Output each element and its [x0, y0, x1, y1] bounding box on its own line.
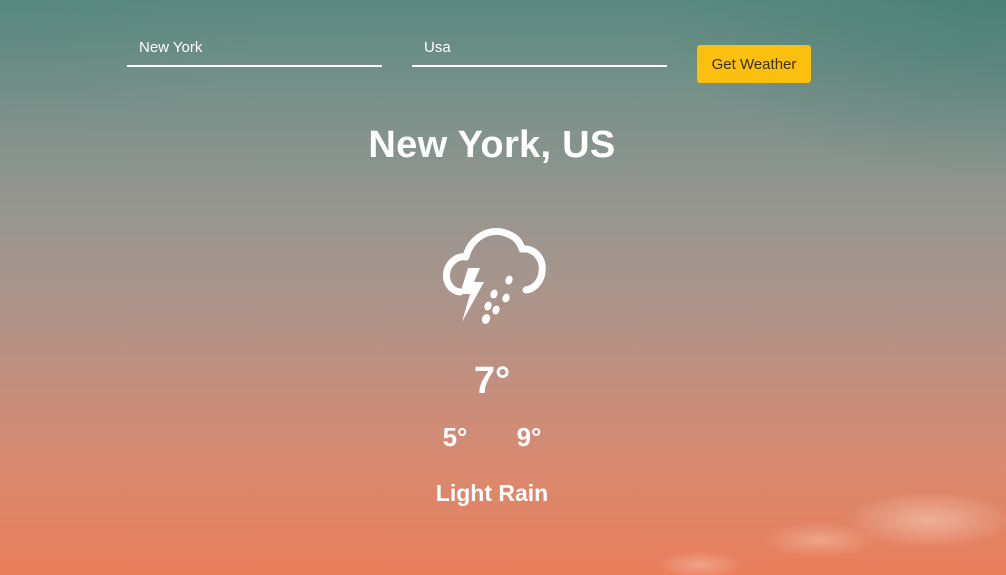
weather-app: { "search": { "city_value": "New York", … — [0, 0, 1006, 575]
weather-description: Light Rain — [435, 480, 549, 506]
min-max-temperatures: 5° 9° — [0, 422, 984, 453]
min-temperature: 5° — [442, 422, 468, 452]
search-form: Get Weather — [127, 30, 811, 83]
max-temperature: 9° — [516, 422, 542, 452]
get-weather-button[interactable]: Get Weather — [697, 45, 811, 83]
thunderstorm-rain-icon — [442, 228, 546, 324]
location-title: New York, US — [368, 124, 616, 166]
current-temperature: 7° — [473, 360, 511, 402]
country-input[interactable] — [412, 30, 667, 67]
city-input[interactable] — [127, 30, 382, 67]
